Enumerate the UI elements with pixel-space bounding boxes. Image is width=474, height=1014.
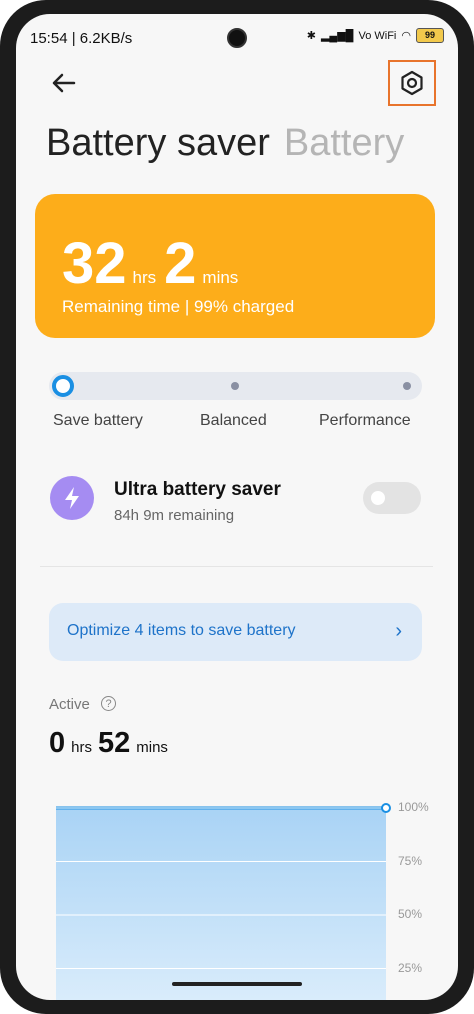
hours-unit: hrs — [132, 268, 157, 287]
chevron-right-icon: › — [395, 620, 402, 642]
screen: 15:54 | 6.2KB/s ✱ ▂▄▆█ Vo WiFi ◠ 99 Batt… — [16, 14, 458, 1000]
mode-dot-balanced[interactable] — [231, 382, 239, 390]
vowifi-text: Vo WiFi — [358, 29, 397, 42]
home-indicator[interactable] — [172, 982, 302, 986]
battery-icon: 99 — [416, 28, 444, 43]
settings-button[interactable] — [388, 60, 436, 106]
status-time: 15:54 | 6.2KB/s — [30, 30, 133, 47]
status-icons: ✱ ▂▄▆█ Vo WiFi ◠ 99 — [307, 28, 444, 43]
y-tick-25: 25% — [398, 961, 423, 975]
ultra-saver-title: Ultra battery saver — [114, 479, 281, 500]
arrow-left-icon — [52, 73, 76, 93]
mode-slider[interactable] — [49, 372, 422, 400]
bluetooth-icon: ✱ — [306, 30, 316, 42]
mode-dot-performance[interactable] — [403, 382, 411, 390]
battery-chart — [56, 803, 391, 1000]
mode-save-battery[interactable]: Save battery — [53, 412, 143, 430]
mins-unit: mins — [202, 268, 239, 287]
top-tabs: Battery saver Battery — [46, 122, 404, 165]
remaining-subtitle: Remaining time | 99% charged — [62, 297, 295, 316]
active-time: 0 hrs 52 mins — [49, 727, 174, 760]
phone-frame: 15:54 | 6.2KB/s ✱ ▂▄▆█ Vo WiFi ◠ 99 Batt… — [0, 0, 474, 1014]
y-tick-50: 50% — [398, 907, 423, 921]
remaining-mins: 2 — [164, 231, 197, 296]
optimize-label: Optimize 4 items to save battery — [67, 622, 296, 639]
status-bar: 15:54 | 6.2KB/s ✱ ▂▄▆█ Vo WiFi ◠ 99 — [16, 14, 458, 58]
divider — [40, 566, 433, 567]
chart-area — [56, 808, 386, 1000]
tab-battery-saver[interactable]: Battery saver — [46, 122, 270, 164]
ultra-saver-remaining: 84h 9m remaining — [114, 507, 235, 524]
optimize-button[interactable]: Optimize 4 items to save battery › — [49, 603, 422, 661]
chart-end-point — [381, 803, 391, 813]
active-hours: 0 — [49, 727, 66, 759]
remaining-time-card: 32 hrs 2 mins Remaining time | 99% charged — [35, 194, 435, 338]
wifi-icon: ◠ — [401, 30, 411, 42]
active-label: Active — [49, 696, 90, 713]
lightning-icon — [50, 476, 94, 520]
y-tick-75: 75% — [398, 854, 423, 868]
front-camera — [227, 28, 247, 48]
mode-slider-knob[interactable] — [52, 375, 74, 397]
remaining-time: 32 hrs 2 mins — [62, 230, 246, 297]
signal-icon: ▂▄▆█ — [320, 30, 354, 42]
remaining-hours: 32 — [62, 231, 127, 296]
help-icon[interactable]: ? — [101, 696, 116, 711]
ultra-saver-toggle[interactable] — [363, 482, 421, 514]
settings-hexagon-icon — [401, 70, 423, 96]
tab-battery[interactable]: Battery — [284, 122, 404, 164]
toggle-thumb — [371, 491, 385, 505]
mode-balanced[interactable]: Balanced — [200, 412, 267, 430]
mode-performance[interactable]: Performance — [319, 412, 411, 430]
back-button[interactable] — [48, 66, 82, 100]
active-mins: 52 — [97, 727, 131, 759]
y-tick-100: 100% — [398, 800, 429, 814]
active-mins-unit: mins — [136, 739, 168, 756]
active-hours-unit: hrs — [71, 739, 92, 756]
